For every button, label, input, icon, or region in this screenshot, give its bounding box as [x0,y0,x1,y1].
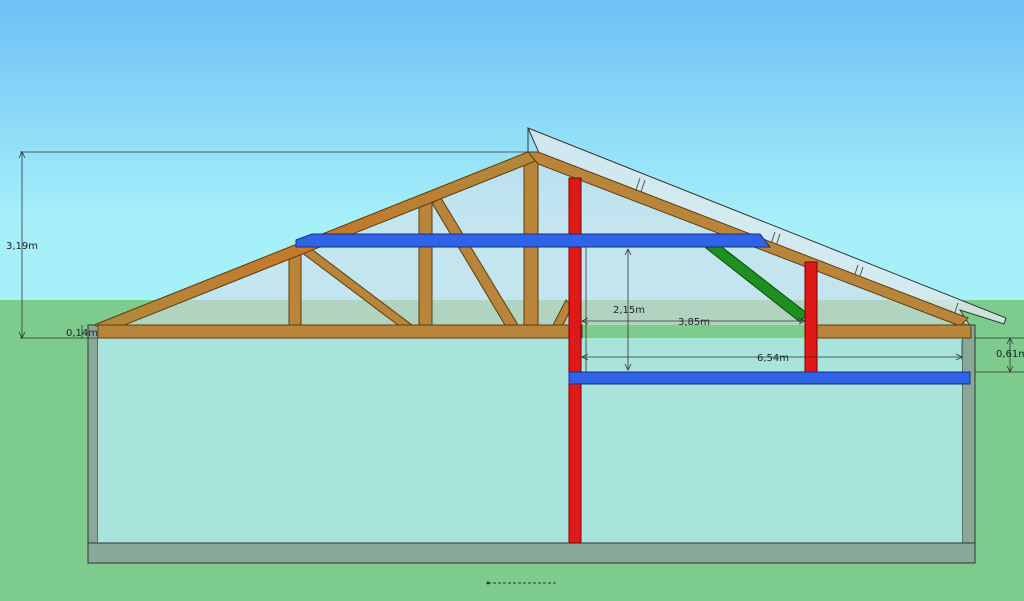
red-post-main [568,177,582,544]
tie-beam-left [97,324,583,339]
dim-label-right-drop: 0,61m [996,349,1024,360]
dim-label-small-left: 0,14m [66,328,98,339]
blue-beam-lower [568,371,971,385]
right-wall [961,324,976,544]
truss-vertical-1 [288,253,302,326]
house-section-diagram: 3,19m 0,14m 2,15m 3,85m 6,54m 0,61m [0,0,1024,601]
dim-label-span-short: 3,85m [678,317,710,328]
dim-label-span-long: 6,54m [757,353,789,364]
tie-beam-right [805,324,972,339]
red-post-right [804,261,818,373]
dim-label-total-height: 3,19m [6,241,38,252]
interior-space [98,338,962,543]
blue-beam-upper [295,233,772,248]
left-wall [87,324,99,544]
floor-slab [87,542,976,564]
dashed-marker-dot [486,581,490,585]
dim-label-interior-height: 2,15m [613,305,645,316]
truss-vertical-2 [418,201,433,326]
